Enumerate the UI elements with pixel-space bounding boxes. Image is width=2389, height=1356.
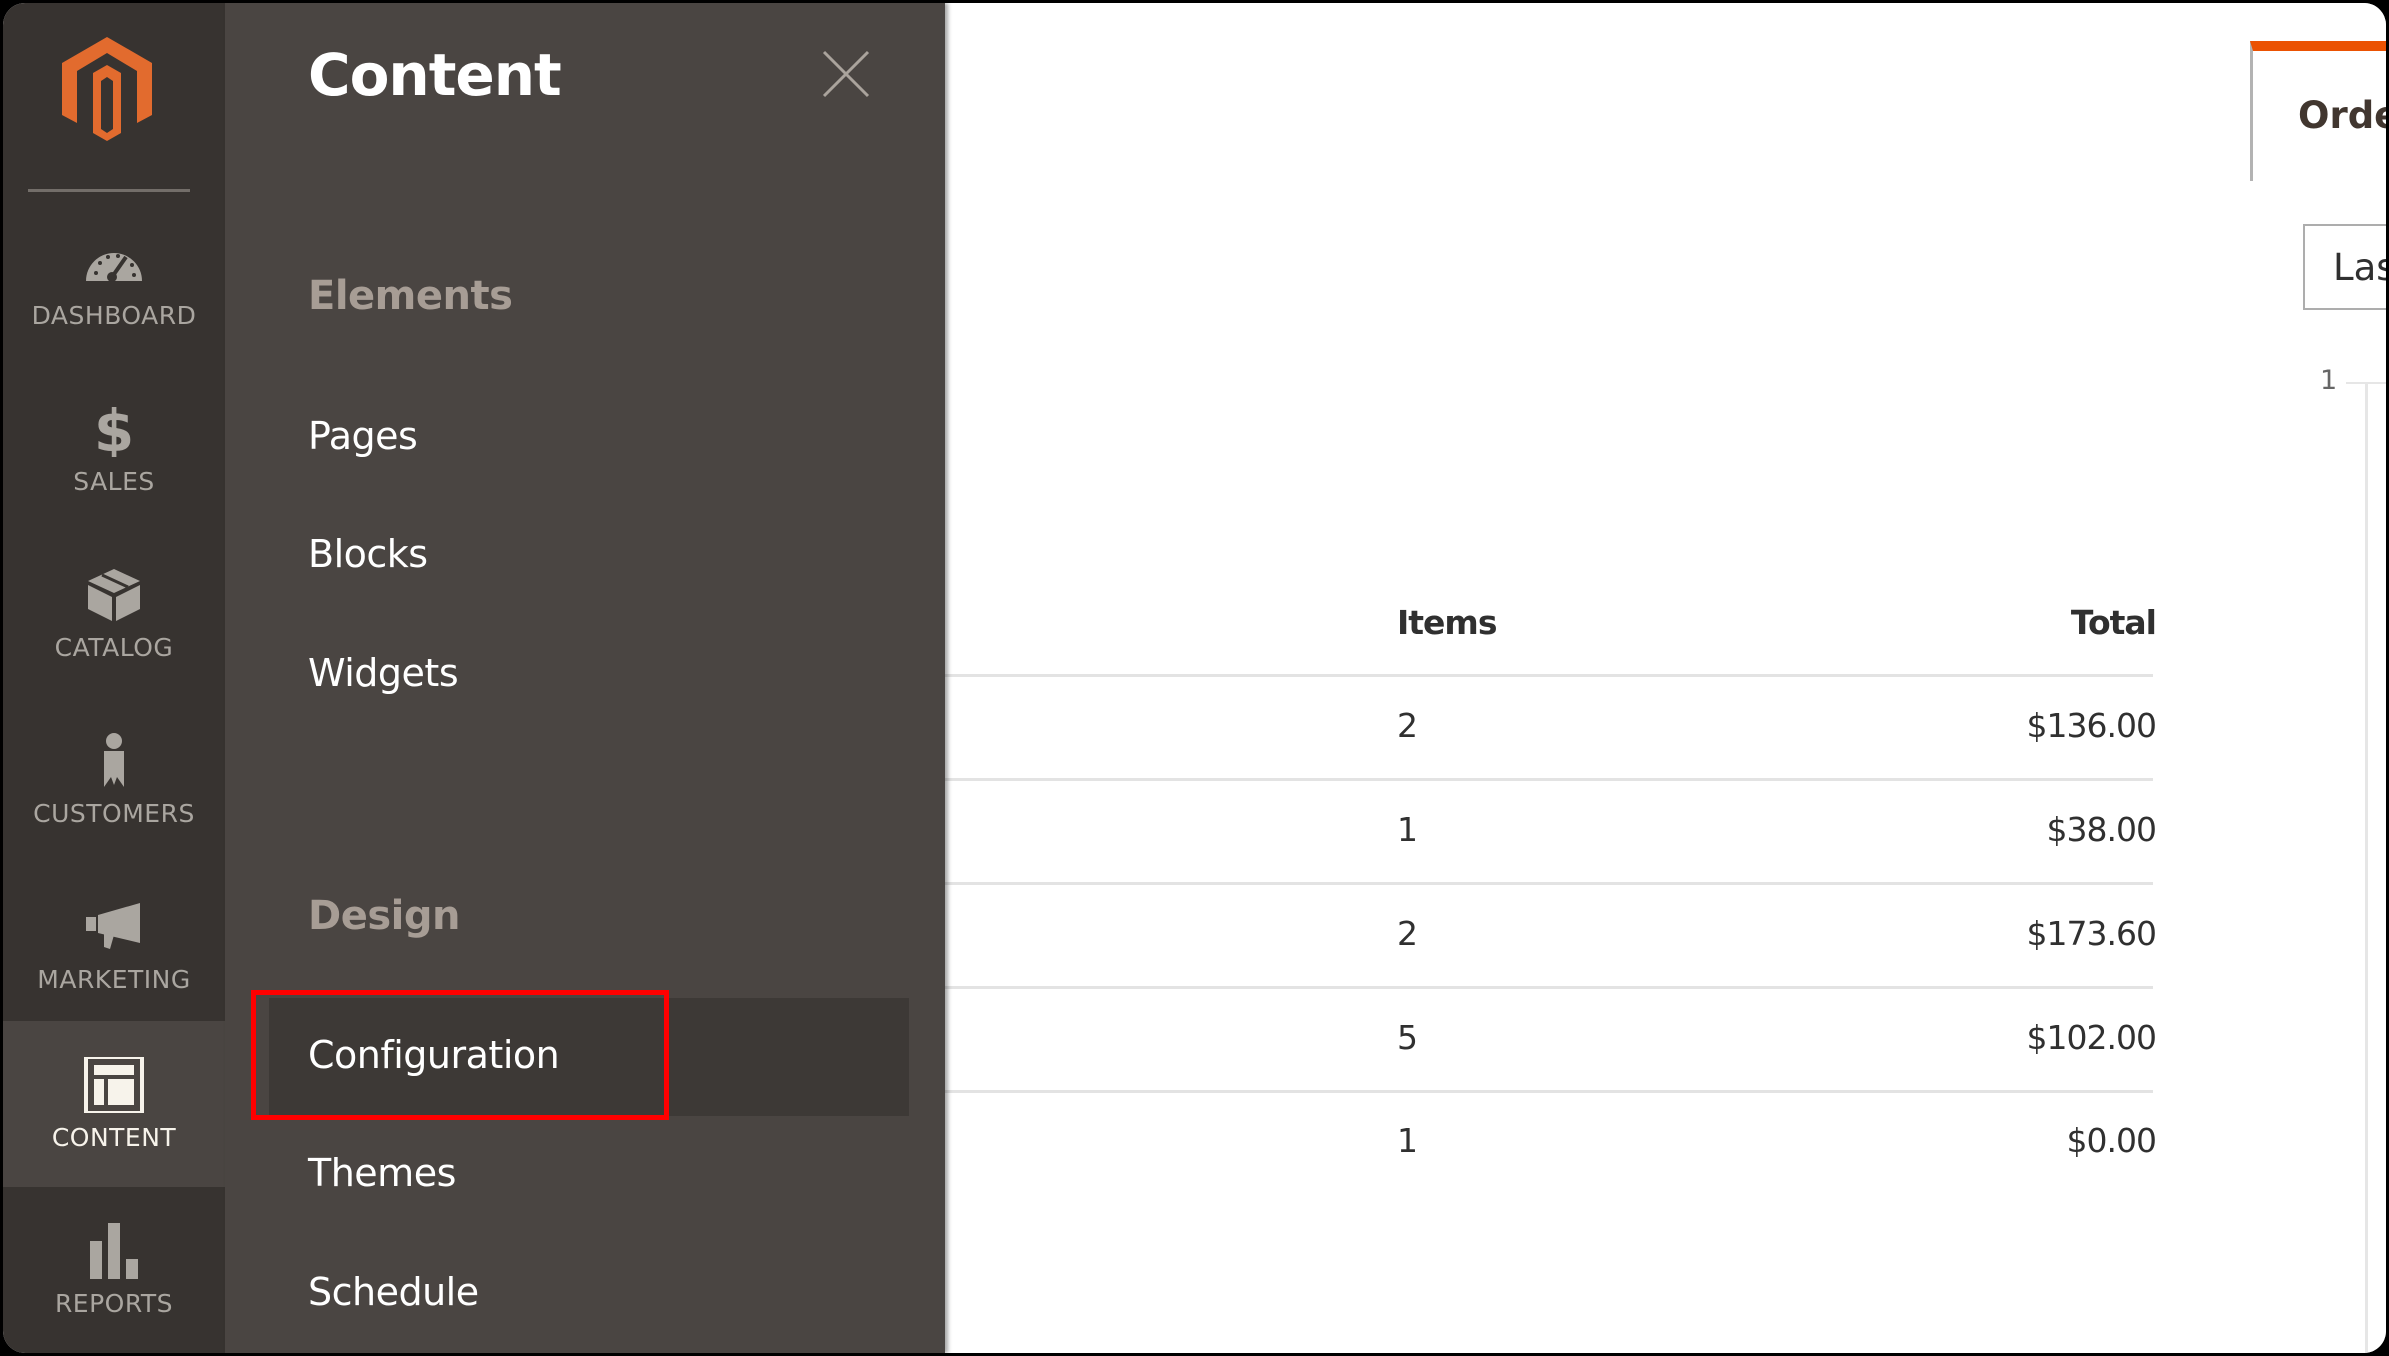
flyout-title: Content <box>308 41 562 109</box>
cell-total: $0.00 <box>2066 1121 2157 1160</box>
cell-items: 2 <box>1397 706 1418 745</box>
period-select-value: Las <box>2333 246 2386 289</box>
menu-link-pages[interactable]: Pages <box>308 414 418 458</box>
chart-y-tick-label: 1 <box>2320 365 2338 396</box>
menu-link-blocks[interactable]: Blocks <box>308 532 428 576</box>
period-select[interactable]: Las <box>2303 224 2386 310</box>
admin-sidebar: DASHBOARD $ SALES CATALOG CUSTOMERS MARK… <box>3 3 225 1353</box>
chart-y-axis <box>2365 383 2368 1353</box>
cell-items: 5 <box>1397 1018 1418 1057</box>
nav-label: CONTENT <box>51 1123 177 1152</box>
megaphone-icon <box>84 899 144 955</box>
menu-link-schedule[interactable]: Schedule <box>308 1270 479 1314</box>
nav-label: REPORTS <box>54 1289 174 1318</box>
nav-item-dashboard[interactable]: DASHBOARD <box>3 199 225 365</box>
nav-label: DASHBOARD <box>31 301 197 330</box>
svg-text:$: $ <box>94 401 134 457</box>
row-divider <box>945 674 2153 677</box>
admin-window: DASHBOARD $ SALES CATALOG CUSTOMERS MARK… <box>3 3 2386 1353</box>
cell-total: $102.00 <box>2026 1018 2157 1057</box>
box-icon <box>84 567 144 623</box>
bar-chart-icon <box>84 1223 144 1279</box>
row-divider <box>945 882 2153 885</box>
nav-label: CUSTOMERS <box>33 799 195 828</box>
nav-label: SALES <box>73 467 155 496</box>
person-icon <box>84 733 144 789</box>
cell-items: 1 <box>1397 810 1418 849</box>
cell-total: $38.00 <box>2046 810 2157 849</box>
magento-logo-icon[interactable] <box>57 33 157 143</box>
nav-label: CATALOG <box>54 633 174 662</box>
nav-item-reports[interactable]: REPORTS <box>3 1187 225 1353</box>
dashboard-gauge-icon <box>84 235 144 291</box>
section-heading-design: Design <box>308 893 460 939</box>
column-header-items: Items <box>1397 603 1497 642</box>
nav-item-content[interactable]: CONTENT <box>3 1021 225 1187</box>
column-header-total: Total <box>2070 603 2157 642</box>
nav-item-sales[interactable]: $ SALES <box>3 365 225 531</box>
content-flyout-menu: Content Elements Pages Blocks Widgets De… <box>225 3 945 1353</box>
tab-orders[interactable]: Orde <box>2250 41 2386 181</box>
section-heading-elements: Elements <box>308 273 513 319</box>
close-icon[interactable] <box>820 48 872 100</box>
cell-total: $136.00 <box>2026 706 2157 745</box>
nav-item-catalog[interactable]: CATALOG <box>3 531 225 697</box>
nav-divider <box>28 189 190 192</box>
menu-link-widgets[interactable]: Widgets <box>308 651 459 695</box>
cell-items: 2 <box>1397 914 1418 953</box>
tab-label: Orde <box>2298 94 2386 137</box>
menu-link-themes[interactable]: Themes <box>308 1151 456 1195</box>
cell-items: 1 <box>1397 1121 1418 1160</box>
nav-item-marketing[interactable]: MARKETING <box>3 863 225 1029</box>
highlight-annotation-box <box>251 990 669 1120</box>
row-divider <box>945 986 2153 989</box>
nav-label: MARKETING <box>37 965 191 994</box>
cell-total: $173.60 <box>2026 914 2157 953</box>
dashboard-main: Items Total 2 $136.00 1 $38.00 2 $173.60… <box>945 3 2386 1353</box>
row-divider <box>945 1090 2153 1093</box>
row-divider <box>945 778 2153 781</box>
nav-item-customers[interactable]: CUSTOMERS <box>3 697 225 863</box>
layout-icon <box>84 1055 144 1115</box>
dollar-icon: $ <box>84 397 144 465</box>
